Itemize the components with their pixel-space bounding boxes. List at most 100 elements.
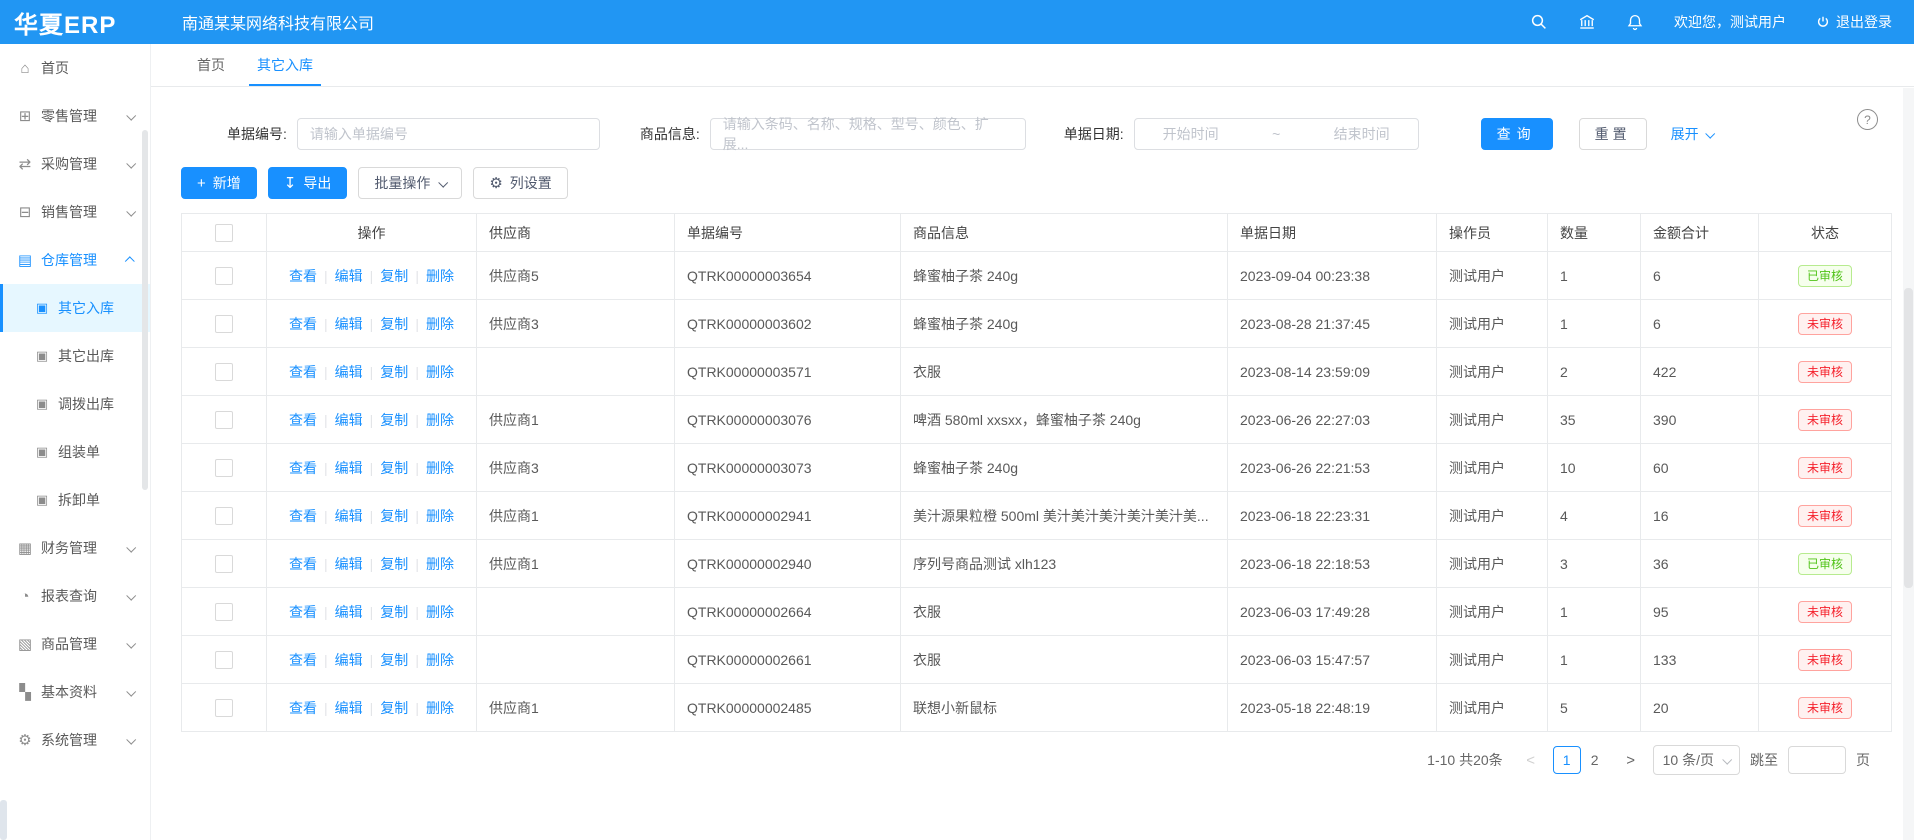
sidebar-item-warehouse[interactable]: ▤仓库管理 (0, 236, 150, 284)
action-link-delete[interactable]: 删除 (426, 556, 454, 572)
column-settings-button[interactable]: ⚙ 列设置 (473, 167, 567, 199)
action-link-edit[interactable]: 编辑 (335, 268, 363, 284)
select-all-checkbox[interactable] (215, 224, 233, 242)
prev-page-button[interactable]: < (1519, 752, 1543, 769)
batch-actions-button[interactable]: 批量操作 (358, 167, 462, 199)
action-link-copy[interactable]: 复制 (380, 508, 408, 524)
page-size-select[interactable]: 10 条/页 (1653, 745, 1740, 775)
bell-icon[interactable] (1626, 13, 1644, 31)
date-range-input[interactable]: 开始时间 ~ 结束时间 (1134, 118, 1419, 150)
action-link-copy[interactable]: 复制 (380, 604, 408, 620)
row-checkbox[interactable] (215, 315, 233, 333)
sidebar-item-retail[interactable]: ⊞零售管理 (0, 92, 150, 140)
sidebar-item-purchase[interactable]: ⇄采购管理 (0, 140, 150, 188)
expand-link[interactable]: 展开 (1671, 124, 1713, 144)
action-link-edit[interactable]: 编辑 (335, 556, 363, 572)
action-link-view[interactable]: 查看 (289, 460, 317, 476)
action-link-delete[interactable]: 删除 (426, 700, 454, 716)
row-checkbox[interactable] (215, 555, 233, 573)
sidebar-item-home[interactable]: ⌂首页 (0, 44, 150, 92)
welcome-user[interactable]: 欢迎您，测试用户 (1674, 12, 1786, 32)
row-checkbox[interactable] (215, 507, 233, 525)
action-link-copy[interactable]: 复制 (380, 316, 408, 332)
export-button[interactable]: ↧ 导出 (268, 167, 348, 199)
row-checkbox[interactable] (215, 363, 233, 381)
sidebar-item-goods[interactable]: ▧商品管理 (0, 620, 150, 668)
action-link-edit[interactable]: 编辑 (335, 652, 363, 668)
page-number-2[interactable]: 2 (1581, 746, 1609, 774)
action-link-copy[interactable]: 复制 (380, 652, 408, 668)
order-no-input[interactable]: 请输入单据编号 (297, 118, 600, 150)
row-checkbox[interactable] (215, 411, 233, 429)
row-checkbox[interactable] (215, 459, 233, 477)
page-number-1[interactable]: 1 (1553, 746, 1581, 774)
action-link-edit[interactable]: 编辑 (335, 316, 363, 332)
product-info-input[interactable]: 请输入条码、名称、规格、型号、颜色、扩展... (710, 118, 1026, 150)
action-link-view[interactable]: 查看 (289, 556, 317, 572)
sidebar-item-transfer-outbound[interactable]: ▣调拨出库 (0, 380, 150, 428)
row-checkbox[interactable] (215, 651, 233, 669)
action-link-delete[interactable]: 删除 (426, 412, 454, 428)
sidebar-item-disassembly[interactable]: ▣拆卸单 (0, 476, 150, 524)
sidebar-item-assembly[interactable]: ▣组装单 (0, 428, 150, 476)
action-link-view[interactable]: 查看 (289, 508, 317, 524)
row-checkbox[interactable] (215, 267, 233, 285)
action-link-edit[interactable]: 编辑 (335, 508, 363, 524)
window-scrollbar-track[interactable] (1903, 88, 1914, 840)
action-link-view[interactable]: 查看 (289, 412, 317, 428)
sidebar-item-system[interactable]: ⚙系统管理 (0, 716, 150, 764)
action-link-edit[interactable]: 编辑 (335, 364, 363, 380)
action-link-edit[interactable]: 编辑 (335, 700, 363, 716)
logout-button[interactable]: 退出登录 (1816, 12, 1892, 32)
window-scrollbar-thumb[interactable] (1904, 288, 1913, 588)
action-link-copy[interactable]: 复制 (380, 460, 408, 476)
order-date-label: 单据日期: (1064, 124, 1124, 144)
action-link-edit[interactable]: 编辑 (335, 460, 363, 476)
row-checkbox[interactable] (215, 699, 233, 717)
bank-icon[interactable] (1578, 13, 1596, 31)
row-checkbox[interactable] (215, 603, 233, 621)
tab-other-inbound[interactable]: 其它入库 (241, 44, 329, 86)
action-link-view[interactable]: 查看 (289, 652, 317, 668)
jump-page-input[interactable] (1788, 746, 1846, 774)
status-cell: 未审核 (1759, 588, 1892, 636)
sidebar-scrollbar[interactable] (142, 130, 148, 490)
add-button[interactable]: + 新增 (181, 167, 257, 199)
query-button[interactable]: 查询 (1481, 118, 1553, 150)
date-cell: 2023-05-18 22:48:19 (1228, 684, 1437, 732)
reset-button[interactable]: 重置 (1579, 118, 1647, 150)
action-link-copy[interactable]: 复制 (380, 268, 408, 284)
action-link-delete[interactable]: 删除 (426, 604, 454, 620)
action-link-view[interactable]: 查看 (289, 316, 317, 332)
sidebar-item-report[interactable]: ◔报表查询 (0, 572, 150, 620)
action-link-copy[interactable]: 复制 (380, 556, 408, 572)
tab-home[interactable]: 首页 (181, 44, 241, 86)
action-separator: | (415, 700, 419, 716)
action-link-delete[interactable]: 删除 (426, 268, 454, 284)
sidebar-item-sales[interactable]: ⊟销售管理 (0, 188, 150, 236)
action-link-delete[interactable]: 删除 (426, 316, 454, 332)
action-link-edit[interactable]: 编辑 (335, 412, 363, 428)
left-scrollbar-thumb[interactable] (0, 800, 7, 840)
search-icon[interactable] (1530, 13, 1548, 31)
purchase-icon: ⇄ (17, 155, 33, 173)
sidebar-item-basic-data[interactable]: ▚基本资料 (0, 668, 150, 716)
action-link-copy[interactable]: 复制 (380, 364, 408, 380)
help-icon[interactable]: ? (1857, 109, 1878, 130)
action-link-delete[interactable]: 删除 (426, 652, 454, 668)
sidebar-item-other-inbound[interactable]: ▣其它入库 (0, 284, 150, 332)
next-page-button[interactable]: > (1619, 752, 1643, 769)
action-link-view[interactable]: 查看 (289, 364, 317, 380)
action-link-view[interactable]: 查看 (289, 700, 317, 716)
sidebar-item-finance[interactable]: ▦财务管理 (0, 524, 150, 572)
action-link-delete[interactable]: 删除 (426, 460, 454, 476)
action-link-edit[interactable]: 编辑 (335, 604, 363, 620)
action-link-view[interactable]: 查看 (289, 268, 317, 284)
action-link-view[interactable]: 查看 (289, 604, 317, 620)
action-link-delete[interactable]: 删除 (426, 364, 454, 380)
sidebar-item-other-outbound[interactable]: ▣其它出库 (0, 332, 150, 380)
action-link-copy[interactable]: 复制 (380, 700, 408, 716)
action-link-delete[interactable]: 删除 (426, 508, 454, 524)
action-separator: | (324, 652, 328, 668)
action-link-copy[interactable]: 复制 (380, 412, 408, 428)
